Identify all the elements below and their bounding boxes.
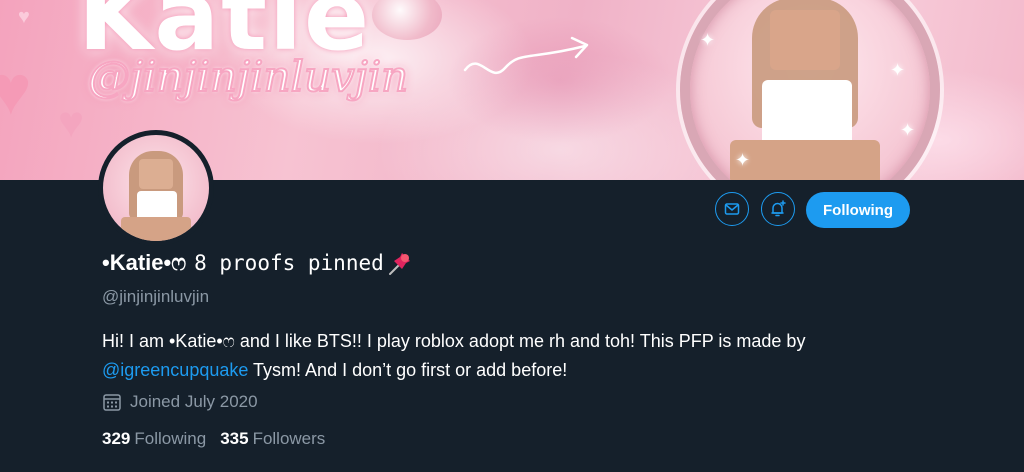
followers-count-link[interactable]: 335 Followers — [220, 429, 325, 449]
profile-avatar[interactable] — [98, 130, 214, 246]
banner-handle-art: @jinjinjinluvjin — [87, 51, 409, 102]
following-label: Following — [134, 429, 207, 448]
calendar-icon — [103, 394, 121, 411]
sparkle-icon: ✦ — [700, 30, 716, 50]
joined-text: Joined July 2020 — [130, 392, 258, 411]
mail-icon — [724, 203, 740, 215]
following-button[interactable]: Following — [806, 192, 910, 228]
follow-stats: 329 Following 335 Followers — [102, 429, 325, 449]
display-name-suffix: 8 proofs pinned — [194, 251, 384, 275]
bell-plus-icon — [771, 200, 786, 217]
heart-decoration: ♥ — [58, 98, 85, 147]
followers-count: 335 — [220, 429, 249, 448]
heart-decoration: ♥ — [18, 6, 30, 28]
profile-handle: @jinjinjinluvjin — [102, 287, 210, 306]
sparkle-icon: ✦ — [900, 120, 916, 140]
bio-text: Tysm! And I don’t go first or add before… — [248, 360, 568, 380]
glitter-decoration — [420, 0, 680, 180]
display-name: •Katie•ෆ 8 proofs pinned — [102, 249, 414, 277]
banner-character-frame — [680, 0, 940, 180]
following-count: 329 — [102, 429, 131, 448]
followers-label: Followers — [252, 429, 326, 448]
heart-decoration: ♥ — [0, 51, 32, 129]
joined-date: Joined July 2020 — [102, 392, 258, 412]
following-count-link[interactable]: 329 Following — [102, 429, 206, 449]
arrow-doodle-icon — [463, 36, 589, 75]
notifications-button[interactable] — [761, 192, 795, 226]
bio-text: Hi! I am •Katie•ෆ and I like BTS!! I pla… — [102, 331, 806, 351]
bio-mention-link[interactable]: @igreencupquake — [102, 360, 248, 380]
sparkle-icon: ✦ — [735, 150, 751, 170]
display-name-text: •Katie•ෆ — [102, 250, 187, 275]
pushpin-icon — [388, 253, 410, 275]
sparkle-icon: ✦ — [890, 60, 906, 80]
message-button[interactable] — [715, 192, 749, 226]
profile-bio: Hi! I am •Katie•ෆ and I like BTS!! I pla… — [102, 327, 922, 385]
